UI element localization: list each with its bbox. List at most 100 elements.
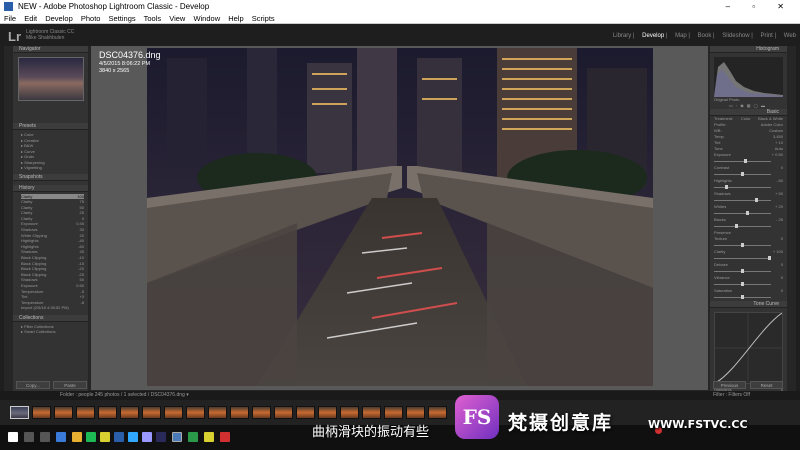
reset-button[interactable]: Reset	[750, 381, 783, 389]
photoshop-icon[interactable]	[128, 432, 138, 442]
filmstrip-thumbnail[interactable]	[186, 406, 205, 419]
slider-knob[interactable]	[724, 185, 728, 189]
menu-settings[interactable]: Settings	[109, 14, 136, 23]
slider-track[interactable]	[714, 186, 771, 188]
filmstrip-thumbnail[interactable]	[406, 406, 425, 419]
filmstrip-thumbnail[interactable]	[274, 406, 293, 419]
slider-value[interactable]: + 0.50	[772, 152, 783, 158]
slider-knob[interactable]	[741, 243, 744, 247]
module-develop[interactable]: Develop	[642, 33, 664, 39]
copy-button[interactable]: Copy...	[16, 381, 50, 389]
slider-control[interactable]	[714, 198, 783, 202]
filmstrip-thumbnail[interactable]	[296, 406, 315, 419]
module-library[interactable]: Library	[613, 33, 631, 39]
slider-knob[interactable]	[746, 211, 750, 215]
app-icon-red[interactable]	[220, 432, 230, 442]
slider-control[interactable]	[714, 243, 783, 247]
menu-photo[interactable]: Photo	[81, 14, 101, 23]
slider-control[interactable]	[714, 295, 783, 299]
histogram-header[interactable]: Histogram	[710, 46, 787, 53]
filmstrip-thumbnail[interactable]	[318, 406, 337, 419]
photo-preview[interactable]	[147, 48, 653, 386]
app-icon-blue[interactable]	[114, 432, 124, 442]
slider-value[interactable]: - 25	[776, 217, 783, 223]
slider-value[interactable]: 0	[781, 236, 783, 242]
menu-help[interactable]: Help	[228, 14, 243, 23]
history-header[interactable]: History	[13, 184, 88, 192]
slider-control[interactable]	[714, 269, 783, 273]
slider-knob[interactable]	[741, 172, 744, 176]
menu-develop[interactable]: Develop	[45, 14, 73, 23]
histogram[interactable]	[714, 57, 783, 97]
filmstrip-thumbnail[interactable]	[142, 406, 161, 419]
slider-knob[interactable]	[741, 295, 744, 299]
slider-knob[interactable]	[754, 198, 758, 202]
preset-item[interactable]: ▸ Vignetting	[21, 165, 84, 171]
filmstrip-thumbnail[interactable]	[54, 406, 73, 419]
chrome-icon[interactable]	[100, 432, 110, 442]
module-book[interactable]: Book	[698, 33, 712, 39]
slider-knob[interactable]	[734, 224, 738, 228]
spotify-icon[interactable]	[86, 432, 96, 442]
filmstrip-thumbnail[interactable]	[32, 406, 51, 419]
slider-value[interactable]: - 60	[776, 178, 783, 184]
slider-value[interactable]: + 50	[775, 191, 783, 197]
slider-value[interactable]: 0	[781, 262, 783, 268]
module-print[interactable]: Print	[761, 33, 773, 39]
collection-item[interactable]: ▸ Smart Collections	[21, 329, 84, 335]
slider-control[interactable]	[714, 159, 783, 163]
slider-track[interactable]	[714, 199, 771, 201]
search-icon[interactable]	[24, 432, 34, 442]
slider-track[interactable]	[714, 225, 771, 227]
navigator-preview[interactable]	[17, 57, 84, 101]
slider-value[interactable]: + 100	[773, 249, 783, 255]
menu-view[interactable]: View	[169, 14, 185, 23]
right-edge-toggle[interactable]	[796, 46, 800, 391]
radial-filter-icon[interactable]: ◯	[754, 103, 761, 109]
tone-curve-header[interactable]: Tone Curve	[710, 301, 787, 308]
task-view-icon[interactable]	[40, 432, 50, 442]
menu-window[interactable]: Window	[193, 14, 220, 23]
slider-control[interactable]	[714, 172, 783, 176]
filmstrip-thumbnail[interactable]	[384, 406, 403, 419]
filmstrip-filter[interactable]: Filter : Filters Off	[713, 391, 750, 400]
navigator-header[interactable]: Navigator	[13, 46, 88, 53]
slider-value[interactable]: + 20	[775, 204, 783, 210]
filmstrip-source[interactable]: Folder : people 245 photos / 1 selected …	[60, 392, 189, 398]
crop-icon[interactable]: ▭	[729, 103, 736, 109]
menu-edit[interactable]: Edit	[24, 14, 37, 23]
slider-control[interactable]	[714, 282, 783, 286]
slider-control[interactable]	[714, 256, 783, 260]
module-map[interactable]: Map	[675, 33, 687, 39]
slider-value[interactable]: 0	[781, 275, 783, 281]
filmstrip-thumbnail[interactable]	[230, 406, 249, 419]
slider-knob[interactable]	[743, 159, 747, 163]
after-effects-icon[interactable]	[156, 432, 166, 442]
slider-track[interactable]	[714, 212, 771, 214]
app-icon-green[interactable]	[188, 432, 198, 442]
slider-control[interactable]	[714, 211, 783, 215]
filmstrip-thumbnail[interactable]	[428, 406, 447, 419]
collections-header[interactable]: Collections	[13, 314, 88, 322]
window-controls[interactable]: – ▫ ✕	[726, 0, 794, 13]
menu-tools[interactable]: Tools	[144, 14, 162, 23]
app-icon-yellow[interactable]	[204, 432, 214, 442]
lightroom-task-icon[interactable]	[172, 432, 182, 442]
menu-scripts[interactable]: Scripts	[252, 14, 275, 23]
slider-value[interactable]: 0	[781, 288, 783, 294]
slider-track[interactable]	[714, 160, 771, 162]
snapshots-header[interactable]: Snapshots	[13, 173, 88, 181]
slider-track[interactable]	[714, 257, 771, 259]
slider-knob[interactable]	[741, 282, 744, 286]
explorer-icon[interactable]	[56, 432, 66, 442]
tone-curve-graph[interactable]	[714, 312, 783, 384]
filmstrip-thumbnail[interactable]	[252, 406, 271, 419]
module-slideshow[interactable]: Slideshow	[722, 33, 749, 39]
paste-button[interactable]: Paste	[53, 381, 87, 389]
slider-control[interactable]	[714, 224, 783, 228]
slider-value[interactable]: 0	[781, 165, 783, 171]
filmstrip-thumbnail[interactable]	[340, 406, 359, 419]
filmstrip-thumbnail[interactable]	[10, 406, 29, 419]
slider-control[interactable]	[714, 185, 783, 189]
presets-header[interactable]: Presets	[13, 123, 88, 130]
